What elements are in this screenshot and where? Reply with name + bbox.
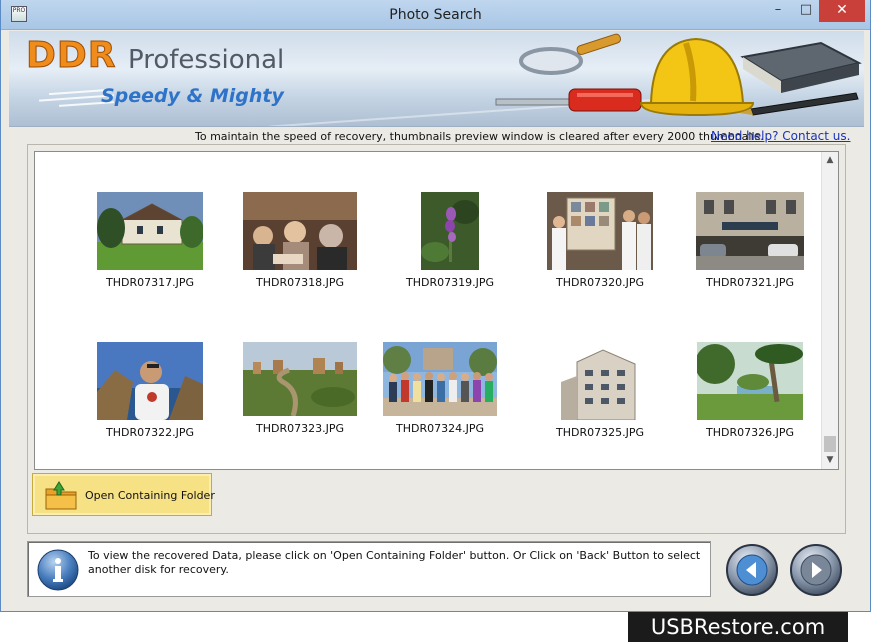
pen-icon xyxy=(750,92,859,116)
thumbnail-filename: THDR07325.JPG xyxy=(556,426,644,439)
thumbnail-filename: THDR07317.JPG xyxy=(106,276,194,289)
thumbnail-item[interactable]: THDR07326.JPG xyxy=(675,342,825,439)
photo-thumbnail xyxy=(383,342,497,416)
vertical-scrollbar[interactable]: ▲ ▼ xyxy=(821,152,838,469)
title-bar[interactable]: PRO Photo Search – □ ✕ xyxy=(1,0,870,30)
help-link[interactable]: Need help? Contact us. xyxy=(711,129,850,143)
status-panel: To view the recovered Data, please click… xyxy=(27,541,711,597)
group-people xyxy=(389,372,493,402)
thumbnail-filename: THDR07319.JPG xyxy=(406,276,494,289)
photo-thumbnail xyxy=(243,342,357,416)
thumbnail-item[interactable]: THDR07323.JPG xyxy=(225,342,375,435)
product-banner: DDR Professional Speedy & Mighty xyxy=(9,31,864,127)
thumbnail-item[interactable]: THDR07317.JPG xyxy=(75,192,225,289)
open-containing-folder-button[interactable]: Open Containing Folder xyxy=(32,473,215,516)
photo-thumbnail xyxy=(547,192,653,270)
screwdriver-icon xyxy=(495,98,572,106)
info-icon[interactable] xyxy=(37,549,79,591)
thumbnail-item[interactable]: THDR07318.JPG xyxy=(225,192,375,289)
minimize-button[interactable]: – xyxy=(766,0,790,22)
brand-logo: DDR xyxy=(26,35,117,77)
thumbnail-filename: THDR07321.JPG xyxy=(706,276,794,289)
photo-thumbnail xyxy=(243,192,357,270)
scroll-thumb[interactable] xyxy=(824,436,836,452)
thumbnail-item[interactable]: THDR07320.JPG xyxy=(525,192,675,289)
back-button[interactable] xyxy=(725,543,779,597)
thumbnail-filename: THDR07323.JPG xyxy=(256,422,344,435)
next-button[interactable] xyxy=(789,543,843,597)
thumbnail-item[interactable]: THDR07322.JPG xyxy=(75,342,225,439)
thumbnail-item[interactable]: THDR07325.JPG xyxy=(525,342,675,439)
thumbnail-filename: THDR07324.JPG xyxy=(396,422,484,435)
open-containing-folder-label: Open Containing Folder xyxy=(85,489,215,502)
tools-illustration xyxy=(495,33,862,117)
scroll-down-arrow-icon[interactable]: ▼ xyxy=(822,452,838,469)
status-message: To view the recovered Data, please click… xyxy=(88,549,701,576)
app-window: PRO Photo Search – □ ✕ DDR Professional … xyxy=(0,0,871,612)
photo-thumbnail xyxy=(697,342,803,420)
thumbnail-filename: THDR07326.JPG xyxy=(706,426,794,439)
banner-streak xyxy=(49,88,109,96)
brand-tagline: Speedy & Mighty xyxy=(101,85,284,107)
photo-thumbnail xyxy=(696,192,804,270)
thumbnail-item[interactable]: THDR07319.JPG xyxy=(375,192,525,289)
window-title: Photo Search xyxy=(389,7,482,23)
thumbnail-item[interactable]: THDR07321.JPG xyxy=(675,192,825,289)
magnifier-icon xyxy=(519,47,583,75)
photo-thumbnail xyxy=(557,342,643,420)
thumbnail-filename: THDR07322.JPG xyxy=(106,426,194,439)
folder-up-icon xyxy=(45,481,77,510)
photo-thumbnail xyxy=(97,342,203,420)
maximize-button[interactable]: □ xyxy=(794,0,818,22)
thumbnail-filename: THDR07318.JPG xyxy=(256,276,344,289)
thumbnail-cache-note: To maintain the speed of recovery, thumb… xyxy=(195,130,764,143)
thumbnail-preview-pane[interactable]: THDR07317.JPG THDR07318.JPG THDR07319.JP… xyxy=(34,151,839,470)
thumbnail-item[interactable]: THDR07324.JPG xyxy=(365,342,515,435)
watermark: USBRestore.com xyxy=(628,612,848,642)
scroll-up-arrow-icon[interactable]: ▲ xyxy=(822,152,838,169)
brand-product-name: Professional xyxy=(128,45,285,75)
hard-hat-icon xyxy=(649,37,745,104)
photo-thumbnail xyxy=(421,192,479,270)
thumbnail-filename: THDR07320.JPG xyxy=(556,276,644,289)
photo-thumbnail xyxy=(97,192,203,270)
close-button[interactable]: ✕ xyxy=(819,0,865,22)
